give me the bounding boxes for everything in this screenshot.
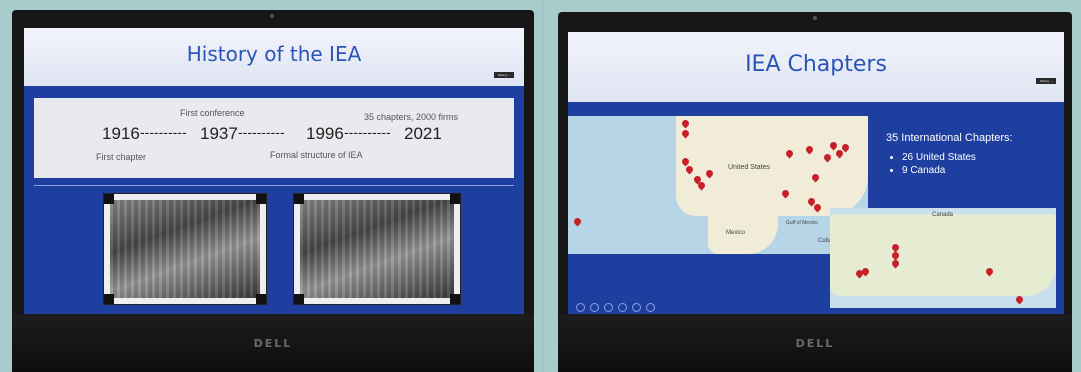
chapters-firms-label: 35 chapters, 2000 firms	[364, 112, 459, 122]
slide-title: History of the IEA	[186, 42, 362, 66]
zoom-button[interactable]	[632, 303, 641, 312]
timeline-dash: ----------	[238, 124, 285, 140]
year-1916: 1916	[102, 124, 140, 143]
timeline-dash: ----------	[344, 124, 391, 140]
dell-logo: DELL	[253, 337, 293, 350]
slides-overview-button[interactable]	[618, 303, 627, 312]
us-map: United States Mexico Gulf of Mexico Cuba	[568, 116, 868, 254]
dell-logo: DELL	[795, 337, 835, 350]
banquet-photo-image	[110, 200, 260, 298]
banquet-photo-image	[300, 200, 454, 298]
photo-corner	[256, 294, 266, 304]
webcam	[270, 14, 274, 18]
slide-header: IEA Chapters Talking: ...	[568, 32, 1064, 102]
chapter-bullet-list: 26 United States 9 Canada	[892, 152, 1056, 176]
first-chapter-label: First chapter	[96, 152, 147, 162]
chapter-info-box: 35 International Chapters: 26 United Sta…	[886, 132, 1056, 178]
location-pin-icon	[1014, 294, 1025, 305]
more-options-button[interactable]	[646, 303, 655, 312]
historic-photo-2	[294, 194, 460, 304]
map-label-gulf: Gulf of Mexico	[786, 220, 818, 226]
formal-structure-label: Formal structure of IEA	[270, 150, 363, 160]
next-slide-button[interactable]	[590, 303, 599, 312]
photo-corner	[450, 294, 460, 304]
year-2021: 2021	[404, 124, 442, 143]
slide-header: History of the IEA Talking: ...	[24, 28, 524, 86]
right-photo: IEA Chapters Talking: ... United States …	[544, 0, 1081, 372]
location-pin-icon	[572, 216, 583, 227]
laptop-base: DELL	[12, 314, 534, 372]
pen-tool-button[interactable]	[604, 303, 613, 312]
map-label-mexico: Mexico	[726, 230, 746, 236]
bullet-us: 26 United States	[902, 152, 1056, 163]
left-photo: History of the IEA Talking: ... First co…	[0, 0, 541, 372]
bullet-canada: 9 Canada	[902, 165, 1056, 176]
canada-land	[830, 214, 1056, 296]
year-1996: 1996	[306, 124, 344, 143]
presenter-controls	[576, 303, 655, 312]
timeline-panel: First conference 35 chapters, 2000 firms…	[34, 98, 514, 178]
header-note: Talking: ...	[1036, 78, 1056, 84]
historic-photo-1	[104, 194, 266, 304]
info-title: 35 International Chapters:	[886, 132, 1013, 144]
slide-title: IEA Chapters	[745, 52, 887, 77]
prev-slide-button[interactable]	[576, 303, 585, 312]
photo-corner	[104, 194, 114, 204]
photo-corner	[294, 294, 304, 304]
webcam	[813, 16, 817, 20]
slide-screen: IEA Chapters Talking: ... United States …	[568, 32, 1064, 318]
laptop-base: DELL	[558, 314, 1072, 372]
timeline-dash: ----------	[140, 124, 187, 140]
laptop-bezel: History of the IEA Talking: ... First co…	[12, 10, 534, 372]
map-label-us: United States	[728, 164, 771, 171]
photo-corner	[450, 194, 460, 204]
canada-map: Canada	[830, 208, 1056, 308]
photo-corner	[294, 194, 304, 204]
laptop-bezel: IEA Chapters Talking: ... United States …	[558, 12, 1072, 372]
slide-screen: History of the IEA Talking: ... First co…	[24, 28, 524, 316]
photo-corner	[256, 194, 266, 204]
divider-line	[34, 185, 514, 186]
header-note: Talking: ...	[494, 72, 514, 78]
year-1937: 1937	[200, 124, 238, 143]
first-conference-label: First conference	[180, 108, 245, 118]
map-label-canada: Canada	[932, 212, 954, 218]
north-america-land	[676, 116, 868, 216]
photo-corner	[104, 294, 114, 304]
